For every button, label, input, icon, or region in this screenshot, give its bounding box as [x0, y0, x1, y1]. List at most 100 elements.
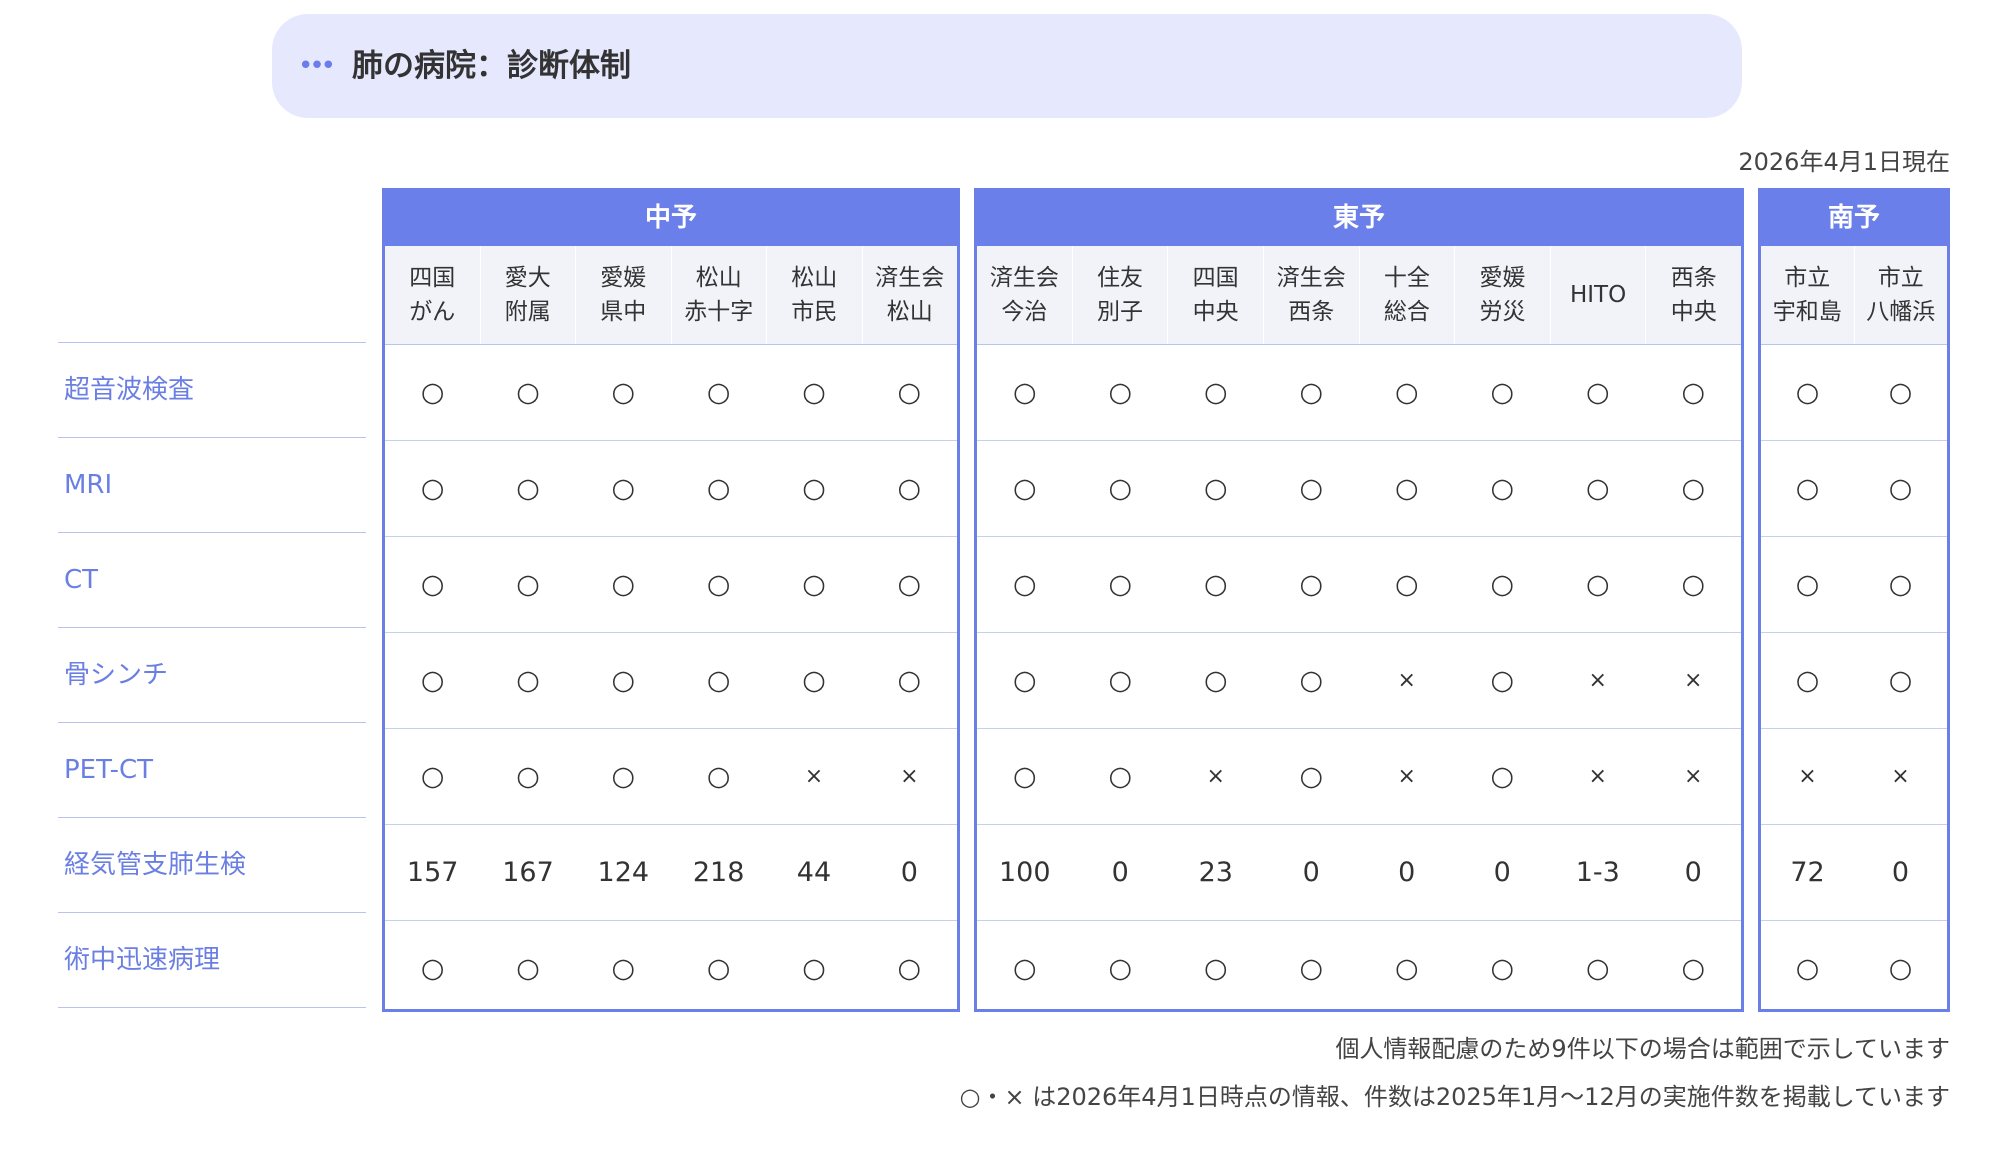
page-header-banner: ••• 肺の病院：診断体制 — [272, 14, 1742, 118]
region-table-chuyo: 中予 四国 がん 愛大 附属 愛媛 県中 松山 赤十字 松山 市民 済生会 松山 ○ ○ ○ ○ ○ ○… — [382, 188, 960, 1012]
table-row: 72 0 — [1761, 825, 1947, 921]
table-cell: 0 — [1493, 857, 1511, 888]
row-label-ct: CT — [58, 533, 366, 628]
region-name: 東予 — [977, 191, 1741, 246]
table-row: ○ ○ ○ ○ ○ ○ — [385, 921, 957, 1016]
table-cell: ○ — [1490, 953, 1515, 984]
hospital-name: 愛媛 県中 — [576, 246, 672, 344]
table-cell: ○ — [1490, 473, 1515, 504]
table-row: ○ ○ — [1761, 441, 1947, 537]
table-cell: ○ — [1585, 473, 1610, 504]
hospital-name: 済生会 西条 — [1264, 246, 1360, 344]
table-row: 100 0 23 0 0 0 1-3 0 — [977, 825, 1741, 921]
table-cell: ○ — [1490, 569, 1515, 600]
table-cell: ○ — [611, 377, 636, 408]
table-cell: ○ — [1108, 473, 1133, 504]
table-cell: ○ — [1394, 569, 1419, 600]
table-cell: ○ — [1012, 473, 1037, 504]
table-cell: ○ — [1888, 569, 1913, 600]
table-cell: ○ — [1681, 569, 1706, 600]
hospital-name: 愛媛 労災 — [1455, 246, 1551, 344]
table-cell: ○ — [1108, 665, 1133, 696]
table-row: ○ ○ — [1761, 345, 1947, 441]
hospital-name: 四国 中央 — [1168, 246, 1264, 344]
table-cell: ○ — [1585, 569, 1610, 600]
table-cell: 157 — [406, 857, 459, 888]
row-label-bone-scintigraphy: 骨シンチ — [58, 628, 366, 723]
table-cell: ○ — [1012, 569, 1037, 600]
table-cell: ○ — [1203, 473, 1228, 504]
table-cell: ○ — [1299, 377, 1324, 408]
table-cell: ○ — [1203, 953, 1228, 984]
table-cell: ○ — [1681, 953, 1706, 984]
table-row: ○ ○ ○ ○ ○ ○ ○ ○ — [977, 441, 1741, 537]
table-cell: ○ — [897, 569, 922, 600]
table-cell: 44 — [796, 857, 832, 888]
table-cell: × — [1891, 764, 1910, 789]
table-cell: ○ — [1012, 377, 1037, 408]
table-cell: ○ — [1795, 473, 1820, 504]
table-cell: ○ — [1108, 761, 1133, 792]
table-cell: ○ — [1299, 665, 1324, 696]
table-cell: ○ — [706, 665, 731, 696]
row-label-ultrasound: 超音波検査 — [58, 343, 366, 438]
row-label-frozen-section: 術中迅速病理 — [58, 913, 366, 1008]
table-cell: ○ — [1108, 953, 1133, 984]
table-row: ○ ○ ○ ○ ○ ○ ○ ○ — [977, 921, 1741, 1016]
table-cell: ○ — [706, 761, 731, 792]
region-name: 中予 — [385, 191, 957, 246]
hospital-header-row: 市立 宇和島 市立 八幡浜 — [1761, 246, 1947, 345]
table-cell: ○ — [1299, 953, 1324, 984]
row-label-pet-ct: PET-CT — [58, 723, 366, 818]
hospital-name: 愛大 附属 — [481, 246, 576, 344]
table-cell: ○ — [1795, 665, 1820, 696]
table-cell: ○ — [1012, 953, 1037, 984]
table-cell: ○ — [1490, 377, 1515, 408]
table-cell: 0 — [900, 857, 918, 888]
table-cell: ○ — [420, 761, 445, 792]
footnotes: 個人情報配慮のため9件以下の場合は範囲で示しています ○・× は2026年4月1… — [960, 1025, 1950, 1121]
table-cell: ○ — [1888, 665, 1913, 696]
table-cell: 72 — [1790, 857, 1825, 888]
table-cell: ○ — [897, 473, 922, 504]
table-cell: ○ — [897, 377, 922, 408]
table-cell: 1-3 — [1575, 857, 1620, 888]
table-cell: 218 — [692, 857, 745, 888]
hospital-name: 四国 がん — [385, 246, 481, 344]
table-cell: ○ — [420, 377, 445, 408]
table-cell: ○ — [420, 473, 445, 504]
region-table-nanyo: 南予 市立 宇和島 市立 八幡浜 ○ ○ ○ ○ ○ ○ ○ ○ × × 72 0 ○ ○ — [1758, 188, 1950, 1012]
table-cell: ○ — [516, 665, 540, 696]
table-row: ○ ○ ○ ○ ○ ○ ○ ○ — [977, 345, 1741, 441]
table-cell: ○ — [1888, 473, 1913, 504]
as-of-date: 2026年4月1日現在 — [1738, 148, 1950, 176]
table-cell: ○ — [1585, 377, 1610, 408]
table-cell: ○ — [1795, 377, 1820, 408]
table-cell: ○ — [1203, 377, 1228, 408]
region-name: 南予 — [1761, 191, 1947, 246]
table-row: ○ ○ — [1761, 537, 1947, 633]
table-cell: 0 — [1891, 857, 1910, 888]
hospital-name: 済生会 今治 — [977, 246, 1073, 344]
hospital-name: 市立 宇和島 — [1761, 246, 1855, 344]
table-row: × × — [1761, 729, 1947, 825]
table-cell: × — [1684, 668, 1703, 693]
table-cell: ○ — [1203, 569, 1228, 600]
table-cell: ○ — [1888, 953, 1913, 984]
ellipsis-icon: ••• — [298, 51, 336, 81]
table-row: ○ ○ ○ ○ ○ ○ — [385, 537, 957, 633]
table-cell: × — [804, 764, 824, 789]
table-cell: ○ — [1108, 569, 1133, 600]
table-cell: × — [1397, 764, 1416, 789]
table-cell: 0 — [1684, 857, 1702, 888]
table-cell: ○ — [516, 473, 540, 504]
table-cell: ○ — [1585, 953, 1610, 984]
table-cell: × — [1798, 764, 1817, 789]
hospital-header-row: 四国 がん 愛大 附属 愛媛 県中 松山 赤十字 松山 市民 済生会 松山 — [385, 246, 957, 345]
hospital-name: 済生会 松山 — [875, 265, 945, 325]
table-cell: 100 — [998, 857, 1051, 888]
table-cell: ○ — [1490, 761, 1515, 792]
table-row: ○ ○ ○ ○ × × — [385, 729, 957, 825]
table-cell: × — [1397, 668, 1416, 693]
table-cell: ○ — [706, 569, 731, 600]
